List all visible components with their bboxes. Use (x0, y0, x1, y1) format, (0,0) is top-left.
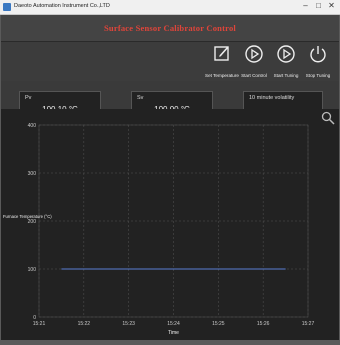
app-icon (3, 3, 11, 11)
x-tick-label: 15:25 (212, 321, 225, 327)
y-tick-label: 300 (28, 171, 37, 177)
stop-tuning-label: Stop Tuning (305, 73, 331, 78)
close-icon[interactable]: ✕ (326, 1, 337, 11)
window-titlebar: Daeoto Automation Instrument Co.,LTD – □… (0, 0, 340, 15)
y-axis-label: Furnace Temperature (°C) (3, 214, 52, 219)
edit-icon (214, 46, 229, 61)
maximize-icon[interactable]: □ (313, 1, 324, 11)
chart-svg: 0 100 200 300 400 15:21 15:22 15:23 15:24 15:25 15… (3, 123, 315, 336)
app-frame: Surface Sensor Calibrator Control Set Te… (1, 15, 339, 340)
window-title: Daeoto Automation Instrument Co.,LTD (14, 3, 110, 9)
x-axis-label: Time (168, 330, 179, 336)
y-tick-label: 200 (28, 219, 37, 225)
power-icon (310, 46, 326, 63)
x-tick-label: 15:22 (78, 321, 91, 327)
app-title: Surface Sensor Calibrator Control (104, 23, 236, 33)
stop-tuning-button[interactable]: Stop Tuning (302, 42, 334, 80)
y-tick-label: 0 (33, 315, 36, 321)
temperature-chart: 0 100 200 300 400 15:21 15:22 15:23 15:24 15:25 15… (1, 109, 339, 340)
sv-label: Sv (137, 95, 144, 101)
x-tick-label: 15:26 (257, 321, 270, 327)
minimize-icon[interactable]: – (300, 1, 311, 11)
y-tick-label: 100 (28, 267, 37, 273)
x-tick-label: 15:21 (33, 321, 46, 327)
search-icon[interactable] (321, 111, 335, 125)
x-tick-label: 15:23 (122, 321, 135, 327)
play-circle-icon (245, 45, 263, 63)
app-header: Surface Sensor Calibrator Control (1, 15, 339, 42)
volatility-label: 10 minute volatility (249, 95, 295, 101)
x-tick-label: 15:27 (302, 321, 315, 327)
x-tick-label: 15:24 (167, 321, 180, 327)
play-circle-icon (277, 45, 295, 63)
pv-label: Pv (25, 95, 32, 101)
y-tick-label: 400 (28, 123, 37, 129)
toolbar: Set Temperature Start Control Start Tuni… (1, 42, 339, 80)
